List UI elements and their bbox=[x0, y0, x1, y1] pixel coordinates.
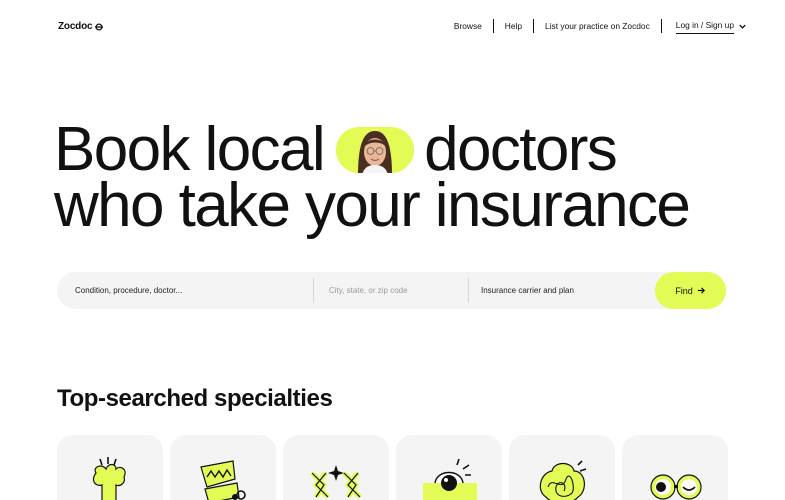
location-search-input[interactable]: City, state, or zip code bbox=[329, 272, 469, 309]
main-nav: Browse Help List your practice on Zocdoc… bbox=[443, 18, 747, 34]
specialty-card-optometrist[interactable] bbox=[622, 435, 728, 500]
specialty-card-primary-care[interactable] bbox=[57, 435, 163, 500]
dentist-icon bbox=[200, 460, 246, 500]
hero-text-book-local: Book local bbox=[54, 115, 326, 184]
insurance-placeholder: Insurance carrier and plan bbox=[481, 286, 574, 295]
condition-search-input[interactable]: Condition, procedure, doctor... bbox=[75, 272, 313, 309]
arrow-right-icon bbox=[697, 287, 705, 294]
psychiatrist-icon bbox=[539, 460, 587, 500]
specialty-card-eye-doctor[interactable] bbox=[396, 435, 502, 500]
hero-text-doctors: doctors bbox=[424, 115, 618, 184]
dermatologist-icon bbox=[310, 465, 362, 499]
specialty-card-dentist[interactable] bbox=[170, 435, 276, 500]
hero-headline: Book local doctors who take your insuran… bbox=[54, 115, 691, 240]
search-divider bbox=[468, 278, 469, 303]
specialty-card-dermatologist[interactable] bbox=[283, 435, 389, 500]
eye-doctor-icon bbox=[423, 458, 477, 500]
primary-care-icon bbox=[92, 457, 126, 500]
zocdoc-logo[interactable]: Zocdoc bbox=[58, 21, 104, 32]
find-button[interactable]: Find bbox=[655, 272, 726, 309]
logo-mark-icon bbox=[95, 22, 104, 31]
login-signup-button[interactable]: Log in / Sign up bbox=[662, 18, 747, 34]
condition-placeholder: Condition, procedure, doctor... bbox=[75, 286, 183, 295]
hero-line-1: Book local doctors bbox=[54, 115, 689, 184]
specialty-cards bbox=[57, 435, 728, 500]
nav-help[interactable]: Help bbox=[494, 19, 533, 33]
doctor-photo bbox=[336, 127, 415, 173]
search-bar: Condition, procedure, doctor... City, st… bbox=[57, 272, 726, 309]
specialty-card-psychiatrist[interactable] bbox=[509, 435, 615, 500]
find-label: Find bbox=[675, 285, 693, 296]
optometrist-icon bbox=[650, 474, 702, 500]
nav-browse[interactable]: Browse bbox=[443, 19, 493, 33]
search-divider bbox=[313, 278, 314, 303]
specialties-title: Top-searched specialties bbox=[57, 385, 333, 412]
chevron-down-icon bbox=[739, 24, 746, 29]
nav-list-practice[interactable]: List your practice on Zocdoc bbox=[534, 19, 661, 33]
doctor-portrait-image bbox=[336, 129, 415, 173]
login-signup-label: Log in / Sign up bbox=[675, 18, 734, 34]
top-bar: Zocdoc Browse Help List your practice on… bbox=[0, 0, 785, 52]
insurance-select[interactable]: Insurance carrier and plan bbox=[481, 272, 651, 309]
location-placeholder: City, state, or zip code bbox=[329, 286, 408, 295]
logo-text: Zocdoc bbox=[58, 21, 93, 32]
hero-line-2: who take your insurance bbox=[54, 171, 691, 240]
